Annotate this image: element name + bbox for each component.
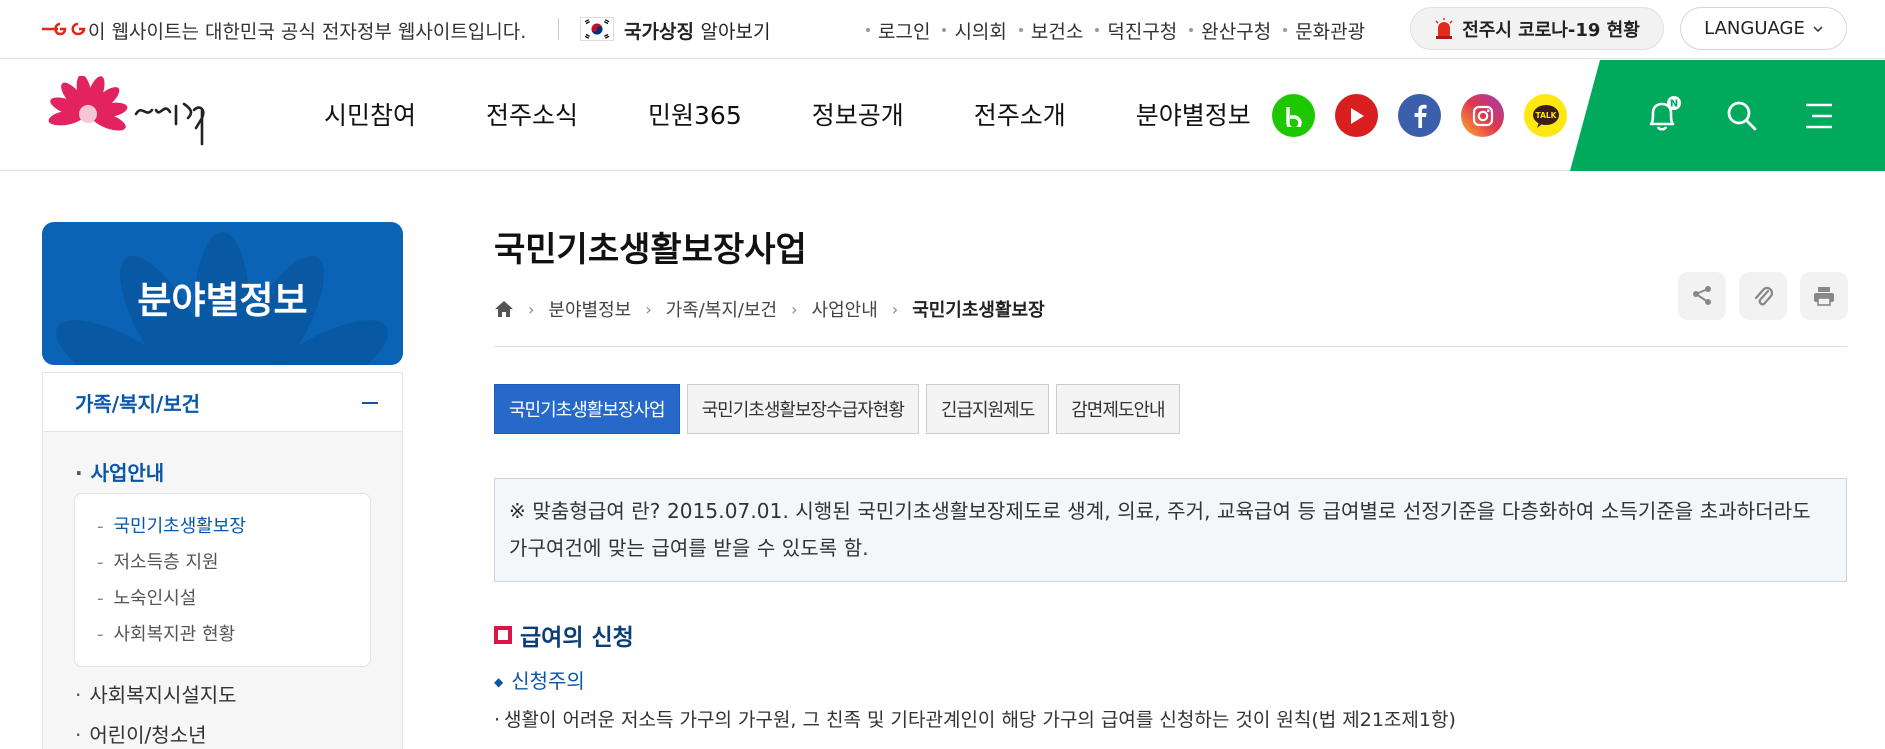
sidebar-item-welfare-facility-map[interactable]: 사회복지시설지도 xyxy=(75,679,236,708)
main-header: 시민참여 전주소식 민원365 정보공개 전주소개 분야별정보 TALK N xyxy=(0,60,1885,171)
language-select[interactable]: LANGUAGE xyxy=(1680,7,1847,50)
jeonju-logo-icon[interactable] xyxy=(40,76,260,156)
covid-status-label: 전주시 코로나-19 현황 xyxy=(1462,19,1640,41)
health-center-link[interactable]: 보건소 xyxy=(1018,17,1095,44)
chevron-down-icon xyxy=(1813,25,1823,32)
national-symbol-suffix: 알아보기 xyxy=(700,21,771,43)
nav-jeonju-news[interactable]: 전주소식 xyxy=(486,96,578,132)
square-bullet-icon xyxy=(494,626,512,644)
divider xyxy=(558,18,559,40)
sidebar-banner-title: 분야별정보 xyxy=(137,279,308,322)
notice-box: ※ 맞춤형급여 란? 2015.07.01. 시행된 국민기초생활보장제도로 생… xyxy=(494,478,1847,582)
body-text: 생활이 어려운 저소득 가구의 가구원, 그 친족 및 기타관계인이 해당 가구… xyxy=(494,705,1456,732)
language-label: LANGUAGE xyxy=(1704,18,1805,39)
sub-title: 신청주의 xyxy=(494,665,585,694)
sidebar-subitem-homeless-facility[interactable]: 노숙인시설 xyxy=(97,584,197,610)
sidebar-submenu: 국민기초생활보장 저소득층 지원 노숙인시설 사회복지관 현황 xyxy=(74,493,371,667)
search-icon[interactable] xyxy=(1722,96,1762,136)
page-tools xyxy=(1678,272,1848,320)
nav-field-information[interactable]: 분야별정보 xyxy=(1136,96,1251,132)
sidebar-subitem-basic-livelihood[interactable]: 국민기초생활보장 xyxy=(97,512,246,538)
sidebar-item-children-youth[interactable]: 어린이/청소년 xyxy=(75,719,206,748)
svg-text:TALK: TALK xyxy=(1535,111,1557,120)
sidebar-banner: 분야별정보 xyxy=(42,222,403,365)
breadcrumb-field-info[interactable]: 분야별정보 xyxy=(548,296,631,322)
breadcrumb-separator: › xyxy=(528,299,535,319)
sidebar-category-label: 가족/복지/보건 xyxy=(75,392,201,416)
city-council-link[interactable]: 시의회 xyxy=(942,17,1018,44)
siren-icon xyxy=(1435,17,1453,39)
culture-tourism-link[interactable]: 문화관광 xyxy=(1283,17,1377,44)
breadcrumb-business-guide[interactable]: 사업안내 xyxy=(812,296,878,322)
wansan-gu-link[interactable]: 완산구청 xyxy=(1189,17,1283,44)
print-icon xyxy=(1814,287,1834,306)
sidebar-subitem-welfare-center[interactable]: 사회복지관 현황 xyxy=(97,620,236,646)
nav-information-disclosure[interactable]: 정보공개 xyxy=(812,96,904,132)
breadcrumb-current: 국민기초생활보장 xyxy=(912,300,1045,321)
print-button[interactable] xyxy=(1800,272,1848,320)
utility-links: 로그인 시의회 보건소 덕진구청 완산구청 문화관광 xyxy=(866,17,1377,44)
nav-citizen-participation[interactable]: 시민참여 xyxy=(324,96,416,132)
global-navigation: 시민참여 전주소식 민원365 정보공개 전주소개 분야별정보 xyxy=(324,96,1321,132)
breadcrumb-separator: › xyxy=(645,299,652,319)
divider xyxy=(494,346,1847,347)
national-symbol-link[interactable]: 국가상징 알아보기 xyxy=(624,17,770,44)
menu-icon[interactable] xyxy=(1798,96,1838,136)
youtube-icon[interactable] xyxy=(1335,94,1378,137)
header-utility-panel: N xyxy=(1570,60,1885,171)
covid-status-button[interactable]: 전주시 코로나-19 현황 xyxy=(1410,7,1664,50)
notification-bell-icon[interactable]: N xyxy=(1642,96,1682,136)
sidebar-item-business-guide[interactable]: 사업안내 xyxy=(75,457,165,486)
breadcrumb-family-welfare[interactable]: 가족/복지/보건 xyxy=(666,296,778,322)
breadcrumb: › 분야별정보 › 가족/복지/보건 › 사업안내 › 국민기초생활보장 xyxy=(494,296,1045,322)
breadcrumb-separator: › xyxy=(791,299,798,319)
content-tabs: 국민기초생활보장사업 국민기초생활보장수급자현황 긴급지원제도 감면제도안내 xyxy=(494,384,1180,434)
breadcrumb-separator: › xyxy=(891,299,899,319)
facebook-icon[interactable] xyxy=(1398,94,1441,137)
sidebar-subitem-low-income[interactable]: 저소득층 지원 xyxy=(97,548,219,574)
share-button[interactable] xyxy=(1678,272,1726,320)
nav-civil-service[interactable]: 민원365 xyxy=(648,96,742,132)
utility-bar: 이 웹사이트는 대한민국 공식 전자정부 웹사이트입니다. 국가상징 알아보기 … xyxy=(0,0,1885,59)
nav-about-jeonju[interactable]: 전주소개 xyxy=(974,96,1066,132)
kakaotalk-icon[interactable]: TALK xyxy=(1524,94,1567,137)
sidebar-menu: 가족/복지/보건 사업안내 국민기초생활보장 저소득층 지원 노숙인시설 사회복… xyxy=(42,372,403,749)
egov-notice-text: 이 웹사이트는 대한민국 공식 전자정부 웹사이트입니다. xyxy=(88,21,527,43)
attach-button[interactable] xyxy=(1739,272,1787,320)
paperclip-icon xyxy=(1754,286,1774,306)
section-title: 급여의 신청 xyxy=(494,618,634,652)
tab-basic-livelihood-program[interactable]: 국민기초생활보장사업 xyxy=(494,384,680,434)
page-title: 국민기초생활보장사업 xyxy=(494,230,807,270)
deokjin-gu-link[interactable]: 덕진구청 xyxy=(1095,17,1189,44)
instagram-icon[interactable] xyxy=(1461,94,1504,137)
home-icon[interactable] xyxy=(494,300,514,318)
egov-logo-icon xyxy=(42,22,86,36)
section-title-text: 급여의 신청 xyxy=(520,625,634,651)
share-icon xyxy=(1693,286,1711,305)
tab-emergency-support[interactable]: 긴급지원제도 xyxy=(925,384,1050,434)
korean-flag-icon[interactable] xyxy=(580,17,614,41)
national-symbol-label: 국가상징 xyxy=(624,21,694,43)
login-link[interactable]: 로그인 xyxy=(866,17,942,44)
sns-links: TALK xyxy=(1272,94,1567,137)
blog-icon[interactable] xyxy=(1272,94,1315,137)
sidebar-category[interactable]: 가족/복지/보건 xyxy=(43,373,402,432)
collapse-icon[interactable] xyxy=(362,402,378,404)
notification-badge: N xyxy=(1670,99,1678,110)
tab-reduction-guide[interactable]: 감면제도안내 xyxy=(1056,384,1180,434)
tab-recipient-status[interactable]: 국민기초생활보장수급자현황 xyxy=(686,384,919,434)
